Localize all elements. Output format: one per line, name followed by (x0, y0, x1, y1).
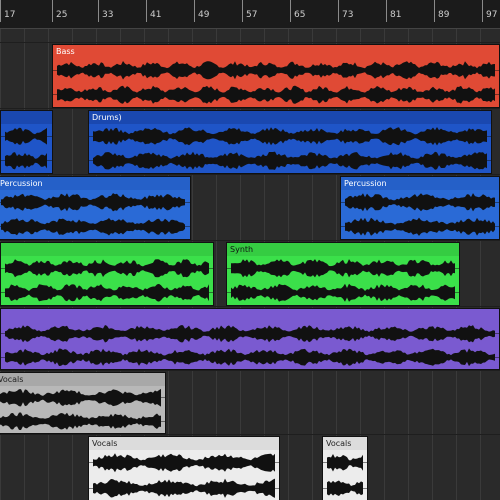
pad-track-lane[interactable] (0, 306, 500, 371)
bar-marker[interactable]: 89 (434, 0, 449, 22)
bar-marker[interactable]: 57 (242, 0, 257, 22)
clip-title: Drums) (92, 113, 122, 122)
waveform (1, 127, 52, 170)
waveform (0, 193, 190, 236)
bar-number: 49 (198, 10, 210, 20)
waveform (53, 61, 499, 104)
waveform (89, 127, 491, 170)
bar-marker[interactable]: 97 (482, 0, 497, 22)
bar-number: 97 (486, 10, 498, 20)
bar-number: 65 (294, 10, 306, 20)
arrangement-view: 17 25 33 41 49 57 65 73 81 89 97 Bass Dr… (0, 0, 500, 500)
clip-header[interactable]: Synth (227, 243, 459, 256)
waveform (1, 259, 213, 302)
vocals-track-lane-2[interactable]: Vocals Vocals (0, 434, 500, 500)
clip-title: Bass (56, 47, 75, 56)
audio-clip-vocals[interactable]: Vocals (0, 372, 166, 434)
bar-number: 81 (390, 10, 402, 20)
clip-header[interactable]: Drums) (89, 111, 491, 124)
bar-marker[interactable]: 73 (338, 0, 353, 22)
waveform (341, 193, 499, 236)
audio-clip-bass[interactable]: Bass (52, 44, 500, 108)
drums-track-lane[interactable]: Drums) (0, 108, 500, 175)
bar-marker[interactable]: 41 (146, 0, 161, 22)
audio-clip-percussion[interactable]: Percussion (340, 176, 500, 240)
clip-header[interactable]: Percussion (0, 177, 190, 190)
bar-number: 25 (56, 10, 68, 20)
waveform (323, 454, 367, 496)
clip-header[interactable]: Bass (53, 45, 499, 58)
audio-clip-vocals[interactable]: Vocals (88, 436, 280, 500)
clip-header[interactable]: Vocals (89, 437, 279, 450)
timeline-ruler[interactable]: 17 25 33 41 49 57 65 73 81 89 97 (0, 0, 500, 29)
bass-track-lane[interactable]: Bass (0, 42, 500, 109)
clip-title: Vocals (92, 439, 118, 448)
bar-marker[interactable]: 17 (0, 0, 15, 22)
waveform (89, 453, 279, 498)
bar-number: 57 (246, 10, 258, 20)
percussion-track-lane[interactable]: Percussion Percussion (0, 174, 500, 241)
audio-clip-percussion[interactable]: Percussion (0, 176, 191, 240)
clip-header[interactable]: Vocals (323, 437, 367, 450)
waveform (0, 388, 165, 430)
audio-clip-vocals[interactable]: Vocals (322, 436, 368, 500)
bar-marker[interactable]: 49 (194, 0, 209, 22)
audio-clip-synth[interactable]: Synth (226, 242, 460, 306)
audio-clip-synth[interactable] (0, 242, 214, 306)
clip-header[interactable]: Vocals (0, 373, 165, 386)
clip-title: Percussion (344, 179, 387, 188)
clip-title: Percussion (0, 179, 43, 188)
clip-header[interactable] (1, 111, 52, 124)
clip-header[interactable]: Percussion (341, 177, 499, 190)
synth-track-lane[interactable]: Synth (0, 240, 500, 307)
bar-marker[interactable]: 65 (290, 0, 305, 22)
bar-number: 17 (4, 10, 16, 20)
waveform (1, 325, 499, 367)
clip-title: Synth (230, 245, 254, 254)
audio-clip-pad[interactable] (0, 308, 500, 370)
clip-title: Vocals (326, 439, 352, 448)
waveform (227, 259, 459, 302)
bar-marker[interactable]: 33 (98, 0, 113, 22)
audio-clip-drums[interactable] (0, 110, 53, 174)
bar-number: 33 (102, 10, 114, 20)
clip-title: Vocals (0, 375, 24, 384)
bar-number: 73 (342, 10, 354, 20)
audio-clip-drums[interactable]: Drums) (88, 110, 492, 174)
bar-number: 41 (150, 10, 162, 20)
bar-number: 89 (438, 10, 450, 20)
bar-marker[interactable]: 25 (52, 0, 67, 22)
clip-header[interactable] (1, 309, 499, 322)
clip-header[interactable] (1, 243, 213, 256)
vocals-track-lane-1[interactable]: Vocals (0, 370, 500, 435)
bar-marker[interactable]: 81 (386, 0, 401, 22)
